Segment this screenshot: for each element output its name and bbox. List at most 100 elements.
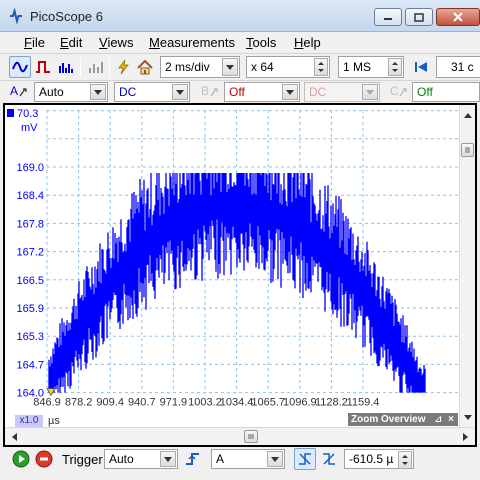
play-icon [12,450,30,468]
close-button[interactable] [436,8,480,26]
channel-a-marker [7,109,14,117]
channel-a-coupling-value: DC [119,85,137,99]
first-capture-button[interactable] [410,56,432,78]
channel-a-options-icon[interactable] [19,86,29,98]
menu-measurements[interactable]: Measurements [149,35,235,50]
trigger-type-button[interactable] [183,448,205,470]
menu-edit-mnemonic: E [60,35,69,50]
x-axis-tick-label: 1096.9 [283,397,317,409]
samples-spinner[interactable] [388,58,402,76]
channel-b-range-select[interactable]: Off [224,82,300,102]
close-icon [453,12,463,22]
scope-view[interactable]: 70.3 mV 169.0 168.4 167.8 167.2 166.5 165.9 165.… [3,103,477,447]
channel-b-options-icon[interactable] [210,86,220,98]
stop-icon [35,450,53,468]
trigger-source-value: A [216,452,225,466]
menu-tools[interactable]: Tools [246,35,276,50]
y-axis-tick-label: 166.5 [16,275,44,287]
channel-options-icon [89,62,103,73]
y-axis-top-value: 70.3 [17,108,38,120]
start-button[interactable] [10,448,32,470]
y-axis-tick-label: 168.4 [16,190,44,202]
x-axis-tick-label: 1065.7 [251,397,285,409]
home-icon [137,59,153,74]
channel-toolbar: A Auto DC B Off DC C Off [0,80,480,103]
minimize-icon [384,18,392,20]
x-axis-tick-label: 1034.4 [220,397,254,409]
main-toolbar: 2 ms/div x 64 1 MS 31 c [0,53,480,80]
y-axis-tick-label: 165.9 [16,303,44,315]
home-button[interactable] [134,56,156,78]
oscilloscope-plot[interactable]: 70.3 mV 169.0 168.4 167.8 167.2 166.5 165.9 165.… [5,105,459,445]
horizontal-scroll-thumb[interactable] [244,430,258,443]
falling-edge-arrow-icon [323,453,335,465]
signal-generator-button[interactable] [112,56,134,78]
x-axis-tick-label: 1003.2 [188,397,222,409]
falling-edge-button[interactable] [318,448,340,470]
menu-views[interactable]: Views [99,35,133,50]
menu-help[interactable]: Help [294,35,321,50]
channel-a-range-select[interactable]: Auto [34,82,108,102]
menu-edit[interactable]: Edit [60,35,82,50]
persistence-mode-button[interactable] [32,56,54,78]
stop-button[interactable] [33,448,55,470]
zoom-overview-panel[interactable]: Zoom Overview ⊿ × [348,413,458,426]
maximize-button[interactable] [405,8,433,26]
channel-b-label: B [201,84,210,98]
chevron-down-icon [160,451,176,467]
rising-edge-button[interactable] [294,448,316,470]
scroll-up-button[interactable] [460,107,475,123]
y-axis-unit: mV [21,122,38,134]
y-axis-tick-label: 169.0 [16,162,44,174]
capture-count-input[interactable]: 31 c [436,56,480,78]
trigger-mode-select[interactable]: Auto [104,449,178,469]
persistence-mode-icon [36,61,50,73]
lightning-icon [118,59,129,75]
scroll-right-button[interactable] [458,429,473,445]
y-axis-tick-label: 167.2 [16,247,44,259]
channel-c-label: C [390,84,399,98]
channel-b-coupling-value: DC [309,85,327,99]
samples-input[interactable]: 1 MS [338,56,404,78]
horizontal-scrollbar[interactable] [5,427,475,445]
vertical-scroll-thumb[interactable] [461,143,474,157]
x-axis-tick-label: 1159.4 [347,397,380,409]
pre-trigger-input[interactable]: -610.5 µ [344,449,414,469]
capture-count-value: 31 c [451,60,474,74]
pre-trigger-value: -610.5 µ [349,452,394,466]
vertical-scrollbar[interactable] [459,105,475,427]
trigger-source-select[interactable]: A [211,449,285,469]
scope-mode-button[interactable] [9,56,31,78]
zoom-factor-value: x 64 [251,60,274,74]
menu-bar: File Edit Views Measurements Tools Help [0,32,480,52]
channel-c-options-icon[interactable] [399,86,409,98]
close-icon[interactable]: × [448,413,454,426]
spectrum-mode-icon [59,63,73,73]
minimize-button[interactable] [374,8,402,26]
chevron-up-icon [463,112,472,118]
menu-file[interactable]: File [24,35,45,50]
scroll-down-button[interactable] [460,409,475,425]
pin-icon[interactable]: ⊿ [434,413,442,426]
maximize-icon [414,12,424,22]
grip-icon [465,147,470,153]
channel-options-button[interactable] [85,56,107,78]
zoom-spinner[interactable] [314,58,328,76]
menu-views-label: iews [107,35,134,50]
title-bar: PicoScope 6 [0,0,480,32]
scope-mode-icon [12,61,28,73]
spectrum-mode-button[interactable] [55,56,77,78]
timebase-select[interactable]: 2 ms/div [160,56,240,78]
y-axis-tick-label: 164.7 [16,359,44,371]
rising-edge-arrow-icon [299,453,311,465]
channel-c-range-select[interactable]: Off [412,82,480,102]
x-axis-tick-label: 1128.2 [315,397,348,409]
x-axis-tick-label: 940.7 [128,397,156,409]
zoom-factor-input[interactable]: x 64 [246,56,330,78]
chevron-down-icon [463,414,472,420]
signal-trace [48,173,426,393]
scroll-left-button[interactable] [7,429,22,445]
pre-trigger-spinner[interactable] [398,451,412,469]
chevron-down-icon [267,451,283,467]
channel-a-coupling-select[interactable]: DC [114,82,190,102]
